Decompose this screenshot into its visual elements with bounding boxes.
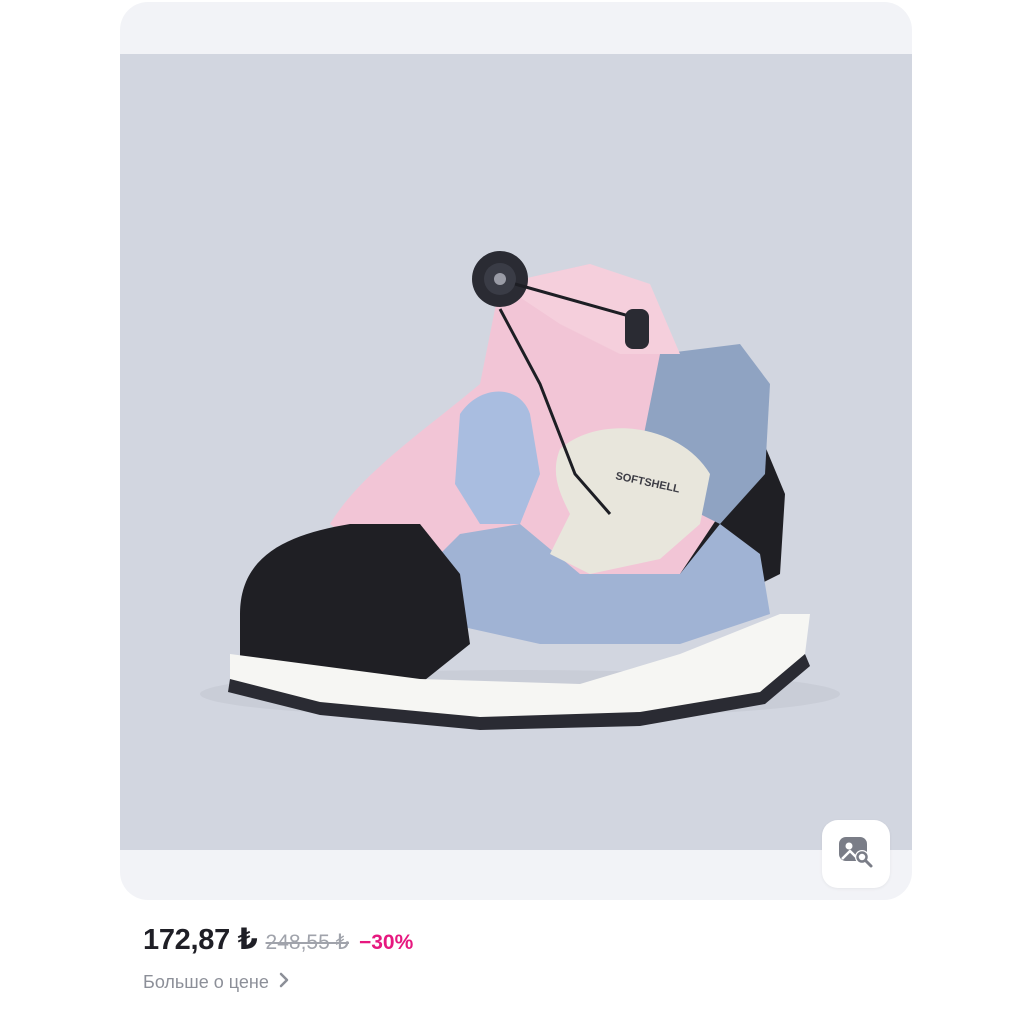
boot-illustration: SOFTSHELL	[200, 251, 840, 730]
old-price: 248,55 ₺	[265, 931, 349, 954]
price-row: 172,87 ₺ 248,55 ₺ −30%	[143, 922, 413, 957]
more-about-price-link[interactable]: Больше о цене	[143, 972, 289, 993]
discount-badge: −30%	[358, 931, 414, 954]
more-about-price-label: Больше о цене	[143, 972, 269, 992]
current-price: 172,87 ₺	[143, 924, 258, 956]
product-image[interactable]: SOFTSHELL	[120, 54, 912, 850]
image-search-icon	[837, 835, 875, 874]
product-card[interactable]: SOFTSHELL	[120, 2, 912, 900]
visual-search-button[interactable]	[822, 820, 890, 888]
chevron-right-icon	[279, 972, 289, 993]
